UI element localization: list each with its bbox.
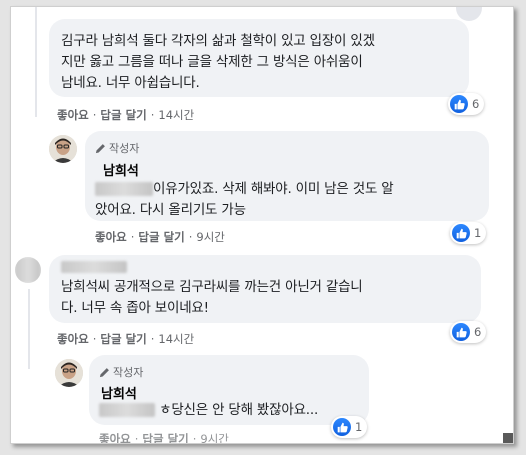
- like-link[interactable]: 좋아요: [57, 331, 89, 347]
- avatar-icon[interactable]: [49, 135, 77, 163]
- more-options-button[interactable]: [456, 7, 482, 21]
- separator: ·: [150, 108, 155, 122]
- reply-bubble: 작성자 남희석 이유가있죠. 삭제 해봐야. 이미 남은 것도 알 았어요. 다…: [85, 131, 489, 221]
- reaction-number: 1: [355, 420, 363, 434]
- thumbs-up-icon: [452, 323, 470, 341]
- timestamp[interactable]: 14시간: [158, 107, 194, 123]
- comment-text-line: 다. 너무 속 좁아 보이네요!: [61, 300, 209, 316]
- author-badge-label: 작성자: [113, 366, 144, 379]
- author-badge: 작성자: [99, 364, 143, 380]
- thumbs-up-icon: [452, 224, 470, 242]
- reaction-number: 6: [474, 325, 482, 339]
- redacted-name: [95, 182, 153, 196]
- redacted-name: [61, 261, 127, 273]
- reply-thread-line: [35, 7, 37, 117]
- redacted-avatar: [15, 257, 41, 283]
- reaction-count[interactable]: 6: [448, 93, 485, 115]
- timestamp[interactable]: 14시간: [158, 331, 194, 347]
- pencil-icon: [95, 143, 105, 153]
- author-badge: 작성자: [95, 140, 139, 156]
- reply-thread-line: [28, 289, 30, 369]
- reaction-count[interactable]: 6: [450, 321, 487, 343]
- separator: ·: [150, 332, 155, 346]
- comment-text-line: 남네요. 너무 아쉽습니다.: [61, 75, 200, 91]
- reply-bubble: 작성자 남희석 ㅎ당신은 안 당해 봤잖아요...: [89, 355, 369, 425]
- reaction-number: 6: [472, 97, 480, 111]
- separator: ·: [92, 108, 97, 122]
- thumbs-up-icon: [333, 418, 351, 436]
- like-link[interactable]: 좋아요: [57, 107, 89, 123]
- thumbs-up-icon: [450, 95, 468, 113]
- avatar-icon[interactable]: [15, 257, 41, 283]
- comment-text-line: 지만 옳고 그름을 떠나 글을 삭제한 그 방식은 아쉬움이: [61, 54, 363, 70]
- timestamp[interactable]: 9시간: [200, 431, 228, 443]
- separator: ·: [192, 432, 197, 444]
- comment-thread-screenshot: 김구라 남희석 둘다 각자의 삶과 철학이 있고 입장이 있겠 지만 옳고 그름…: [10, 6, 514, 444]
- pencil-icon: [99, 367, 109, 377]
- redacted-name: [99, 403, 155, 417]
- comment-actions: 좋아요 · 답글 달기 · 14시간: [57, 107, 194, 123]
- separator: ·: [134, 432, 139, 444]
- timestamp[interactable]: 9시간: [196, 229, 224, 245]
- reply-link[interactable]: 답글 달기: [142, 431, 188, 443]
- separator: ·: [188, 230, 193, 244]
- reaction-count[interactable]: 1: [331, 416, 368, 438]
- commenter-name[interactable]: 남희석: [103, 160, 139, 179]
- reaction-count[interactable]: 1: [450, 222, 487, 244]
- comment-bubble: 남희석씨 공개적으로 김구라씨를 까는건 아닌거 같습니 다. 너무 속 좁아 …: [49, 255, 481, 323]
- reaction-number: 1: [474, 226, 482, 240]
- like-link[interactable]: 좋아요: [95, 229, 127, 245]
- like-link[interactable]: 좋아요: [99, 431, 131, 443]
- separator: ·: [130, 230, 135, 244]
- comment-actions: 좋아요 · 답글 달기 · 14시간: [57, 331, 194, 347]
- comment-actions: 좋아요 · 답글 달기 · 9시간: [99, 431, 229, 444]
- separator: ·: [92, 332, 97, 346]
- comment-actions: 좋아요 · 답글 달기 · 9시간: [95, 229, 225, 245]
- comment-text-line: 았어요. 다시 올리기도 가능: [95, 202, 246, 218]
- comment-bubble: 김구라 남희석 둘다 각자의 삶과 철학이 있고 입장이 있겠 지만 옳고 그름…: [49, 19, 469, 97]
- reply-link[interactable]: 답글 달기: [100, 107, 146, 123]
- avatar-icon[interactable]: [55, 359, 83, 387]
- comment-text-line: 남희석씨 공개적으로 김구라씨를 까는건 아닌거 같습니: [61, 279, 363, 295]
- comment-text-line: 이유가있죠. 삭제 해봐야. 이미 남은 것도 알: [95, 179, 394, 200]
- author-badge-label: 작성자: [109, 142, 140, 155]
- comment-text-line: 김구라 남희석 둘다 각자의 삶과 철학이 있고 입장이 있겠: [61, 33, 375, 49]
- reply-link[interactable]: 답글 달기: [138, 229, 184, 245]
- reply-link[interactable]: 답글 달기: [100, 331, 146, 347]
- comment-text-line: ㅎ당신은 안 당해 봤잖아요...: [99, 400, 318, 421]
- scrollbar-corner: [503, 433, 513, 443]
